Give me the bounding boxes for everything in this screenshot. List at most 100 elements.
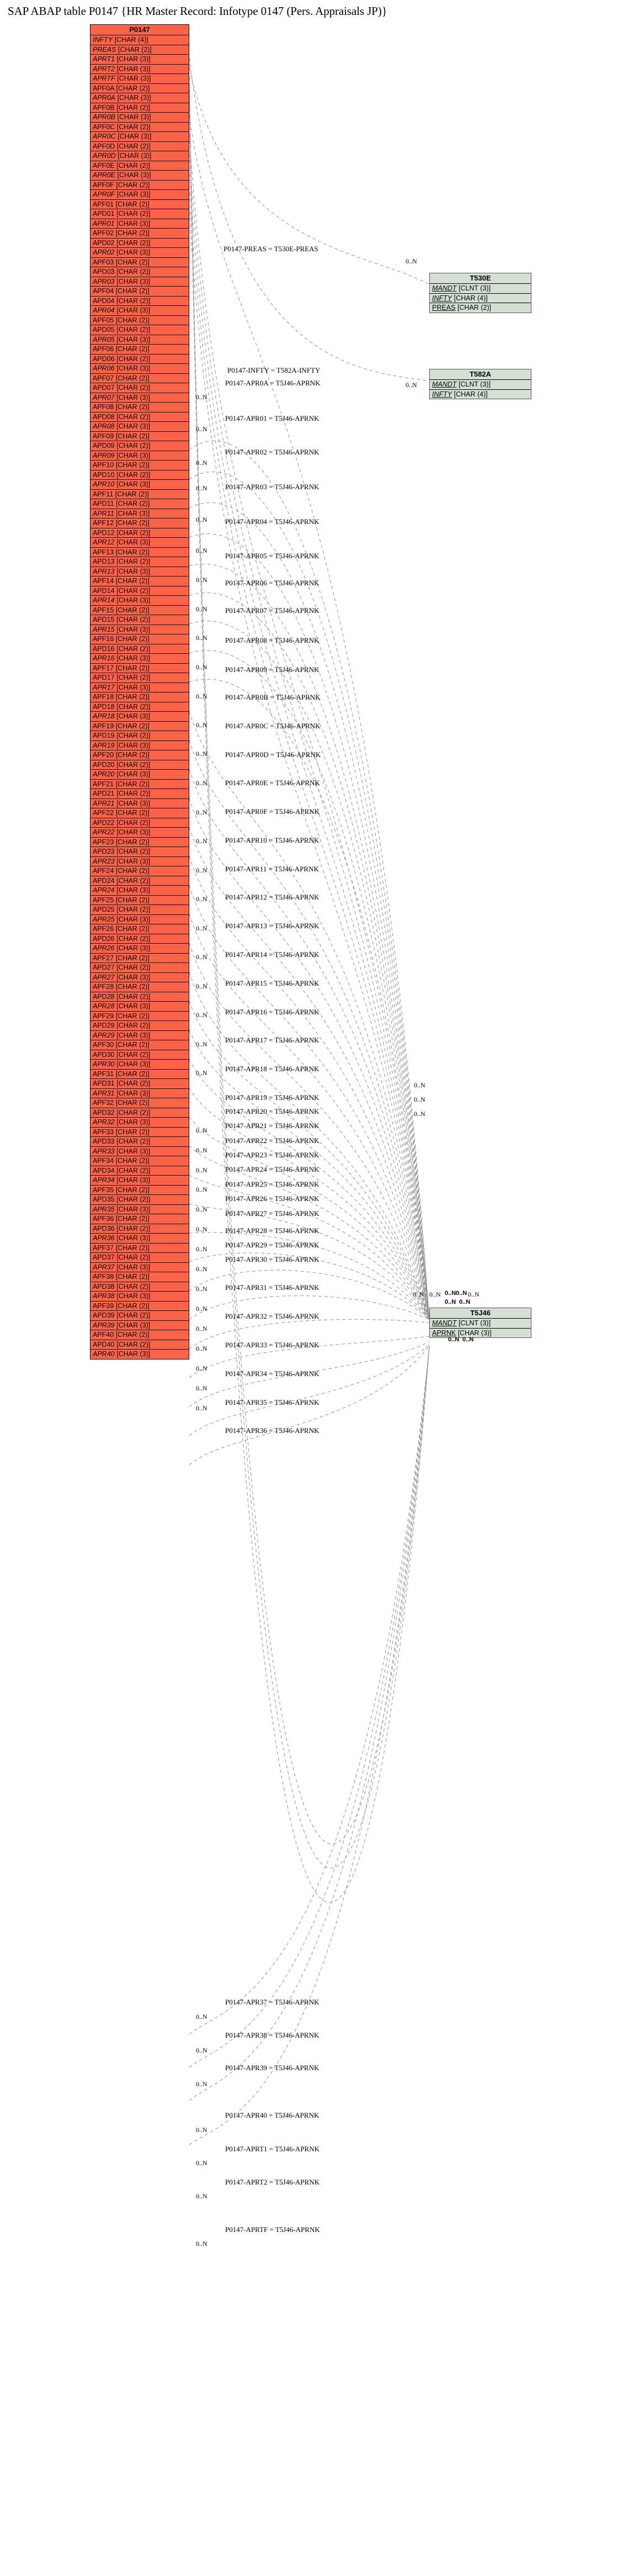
entity-table-p0147[interactable]: P0147 INFTY [CHAR (4)] PREAS [CHAR (2)] APR… [90,24,189,1360]
entity-title-t530e: T530E [430,273,531,284]
cardinality-label: 0..N [196,895,207,903]
field-type: [CHAR (2)] [115,664,150,672]
field-name: APR0B [93,113,115,121]
field-type: [CHAR (3)] [116,828,151,836]
cardinality-label: 0..N [196,1345,207,1352]
field-type: [CHAR (2)] [116,103,151,112]
field-name: APF27 [93,954,114,962]
field-row: INFTY [CHAR (4)] [430,390,531,400]
field-name: APR21 [93,799,115,807]
field-type: [CHAR (2)] [115,316,150,324]
field-row: APR21 [CHAR (3)] [90,799,189,808]
field-row: APR39 [CHAR (3)] [90,1321,189,1330]
field-row: APR30 [CHAR (3)] [90,1060,189,1070]
field-name: APR17 [93,683,115,691]
field-row: APF17 [CHAR (2)] [90,664,189,673]
field-name: APD27 [93,964,115,971]
field-name: APF10 [93,461,114,469]
field-type: [CHAR (2)] [115,867,150,875]
field-type: [CHAR (3)] [117,75,151,82]
entity-title-t5j46: T5J46 [430,1308,531,1319]
field-type: [CHAR (2)] [116,1311,151,1319]
cardinality-label: 0..N [196,1285,207,1293]
cardinality-label: 0..N [196,837,207,845]
cardinality-label: 0..N [462,1336,474,1343]
field-name: APD11 [93,500,114,507]
field-row: APR07 [CHAR (3)] [90,393,189,403]
field-type: [CHAR (3)] [116,683,151,691]
field-name: APF25 [93,896,114,904]
field-row: APD04 [CHAR (2)] [90,297,189,306]
field-name: APF08 [93,403,114,411]
field-name: MANDT [432,284,457,292]
cardinality-label: 0..N [414,1096,425,1103]
cardinality-label: 0..N [196,1011,207,1019]
field-name: APD39 [93,1311,115,1319]
field-row: APD10 [CHAR (2)] [90,470,189,480]
field-name: APD40 [93,1340,115,1348]
field-row: APF30 [CHAR (2)] [90,1040,189,1050]
field-type: [CHAR (4)] [114,36,148,44]
field-type: [CHAR (2)] [116,616,151,623]
relationship-label: P0147-APR12 = T5J46-APRNK [225,893,320,901]
field-row: APD31 [CHAR (2)] [90,1079,189,1089]
field-row: APR19 [CHAR (3)] [90,741,189,750]
field-row: APD01 [CHAR (2)] [90,209,189,219]
entity-table-t530e[interactable]: T530E MANDT [CLNT (3)] INFTY [CHAR (4)] PRE… [429,273,531,313]
field-type: [CHAR (3)] [116,393,151,401]
field-name: APF01 [93,200,114,208]
field-type: [CHAR (3)] [116,509,150,517]
field-row: APD29 [CHAR (2)] [90,1021,189,1031]
field-name: PREAS [93,45,116,54]
field-row: APR38 [CHAR (3)] [90,1292,189,1302]
entity-table-t5j46[interactable]: T5J46 MANDT [CLNT (3)] APRNK [CHAR (3)] [429,1308,531,1338]
field-name: APD22 [93,818,115,827]
cardinality-label: 0..N [406,381,417,389]
field-type: [CHAR (2)] [116,558,151,565]
field-type: [CLNT (3)] [458,380,491,388]
field-row: APF06 [CHAR (2)] [90,345,189,355]
field-name: APR14 [93,596,115,604]
field-type: [CHAR (2)] [115,287,150,295]
field-type: [CHAR (3)] [116,451,151,459]
field-row: APR10 [CHAR (3)] [90,480,189,490]
field-row: APF09 [CHAR (2)] [90,432,189,441]
field-row: APF0A [CHAR (2)] [90,84,189,93]
entity-title-t582a: T582A [430,369,531,380]
field-name: APR35 [93,1205,115,1213]
field-name: APR31 [93,1089,115,1097]
field-type: [CHAR (2)] [116,732,151,739]
field-row: APR03 [CHAR (3)] [90,277,189,287]
field-name: APR13 [93,567,115,575]
field-type: [CHAR (2)] [115,896,150,904]
field-type: [CHAR (2)] [115,1041,150,1049]
field-name: APF0F [93,181,114,189]
cardinality-label: 0..N [196,1040,207,1048]
field-name: APF0B [93,103,115,112]
field-name: APF0D [93,142,115,150]
field-type: [CHAR (3)] [116,596,151,604]
field-name: APR0C [93,133,116,140]
field-row: APD16 [CHAR (2)] [90,644,189,654]
field-row: APD27 [CHAR (2)] [90,963,189,973]
cardinality-label: 0..N [456,1290,467,1297]
field-type: [CHAR (2)] [115,1186,150,1194]
field-row: APF03 [CHAR (2)] [90,258,189,267]
field-type: [CHAR (3)] [116,770,151,778]
field-type: [CHAR (2)] [115,1302,150,1310]
field-type: [CHAR (2)] [115,1012,150,1020]
field-name: APF06 [93,345,114,353]
field-row: APR34 [CHAR (3)] [90,1176,189,1186]
cardinality-label: 0..N [414,1110,425,1118]
field-name: APR23 [93,857,115,865]
field-type: [CHAR (3)] [116,335,151,343]
field-name: APR16 [93,654,115,662]
field-row: APF24 [CHAR (2)] [90,866,189,876]
field-row: APF36 [CHAR (2)] [90,1214,189,1224]
entity-table-t582a[interactable]: T582A MANDT [CLNT (3)] INFTY [CHAR (4)] [429,369,531,399]
field-name: APD32 [93,1108,115,1117]
field-type: [CHAR (2)] [116,674,151,681]
field-name: APF12 [93,519,114,527]
cardinality-label: 0..N [196,1384,207,1392]
field-name: APF37 [93,1244,114,1252]
